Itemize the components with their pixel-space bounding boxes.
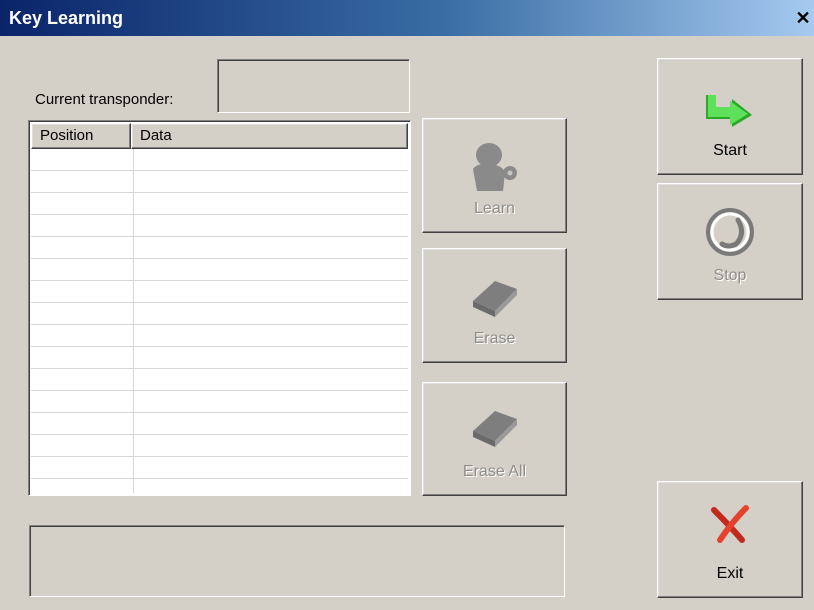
title-bar: Key Learning ✕ xyxy=(0,0,814,36)
column-divider xyxy=(133,149,134,170)
column-divider xyxy=(133,435,134,456)
learn-person-key-icon xyxy=(472,143,517,191)
circular-stop-icon xyxy=(706,208,754,256)
table-row[interactable] xyxy=(31,259,408,281)
erase-button[interactable]: Erase xyxy=(422,248,567,363)
eraser-icon xyxy=(472,281,517,317)
learn-button[interactable]: Learn xyxy=(422,118,567,233)
stop-button[interactable]: Stop xyxy=(657,183,803,300)
status-bar xyxy=(29,525,565,597)
column-divider xyxy=(133,171,134,192)
column-divider xyxy=(133,391,134,412)
learn-button-label: Learn xyxy=(474,200,515,217)
start-button-label: Start xyxy=(713,142,747,159)
table-row[interactable] xyxy=(31,413,408,435)
column-divider xyxy=(133,413,134,434)
table-row[interactable] xyxy=(31,237,408,259)
table-row[interactable] xyxy=(31,479,408,493)
table-row[interactable] xyxy=(31,369,408,391)
table-row[interactable] xyxy=(31,215,408,237)
table-body xyxy=(31,149,408,493)
table-row[interactable] xyxy=(31,325,408,347)
current-transponder-label: Current transponder: xyxy=(35,91,174,108)
table-row[interactable] xyxy=(31,347,408,369)
table-row[interactable] xyxy=(31,303,408,325)
column-divider xyxy=(133,281,134,302)
start-button[interactable]: Start xyxy=(657,58,803,175)
table-row[interactable] xyxy=(31,281,408,303)
exit-button[interactable]: Exit xyxy=(657,481,803,598)
close-icon[interactable]: ✕ xyxy=(795,9,811,27)
eraser-icon xyxy=(472,411,517,447)
erase-all-button[interactable]: Erase All xyxy=(422,382,567,496)
erase-all-button-label: Erase All xyxy=(462,463,527,480)
column-header-position[interactable]: Position xyxy=(31,123,131,149)
table-row[interactable] xyxy=(31,149,408,171)
table-row[interactable] xyxy=(31,457,408,479)
column-divider xyxy=(133,457,134,478)
window-title: Key Learning xyxy=(9,8,124,28)
current-transponder-field xyxy=(217,59,410,113)
red-x-icon xyxy=(711,505,749,543)
key-position-table[interactable]: Position Data xyxy=(28,120,411,496)
table-row[interactable] xyxy=(31,171,408,193)
table-row[interactable] xyxy=(31,193,408,215)
column-divider xyxy=(133,325,134,346)
table-row[interactable] xyxy=(31,391,408,413)
column-divider xyxy=(133,237,134,258)
green-arrow-right-icon xyxy=(706,95,752,127)
column-divider xyxy=(133,479,134,493)
erase-button-label: Erase xyxy=(473,330,516,347)
column-divider xyxy=(133,303,134,324)
table-header: Position Data xyxy=(31,123,408,149)
column-divider xyxy=(133,259,134,280)
column-divider xyxy=(133,215,134,236)
stop-button-label: Stop xyxy=(713,267,747,284)
column-header-data[interactable]: Data xyxy=(131,123,408,149)
column-divider xyxy=(133,369,134,390)
column-divider xyxy=(133,193,134,214)
column-divider xyxy=(133,347,134,368)
table-row[interactable] xyxy=(31,435,408,457)
exit-button-label: Exit xyxy=(716,565,744,582)
